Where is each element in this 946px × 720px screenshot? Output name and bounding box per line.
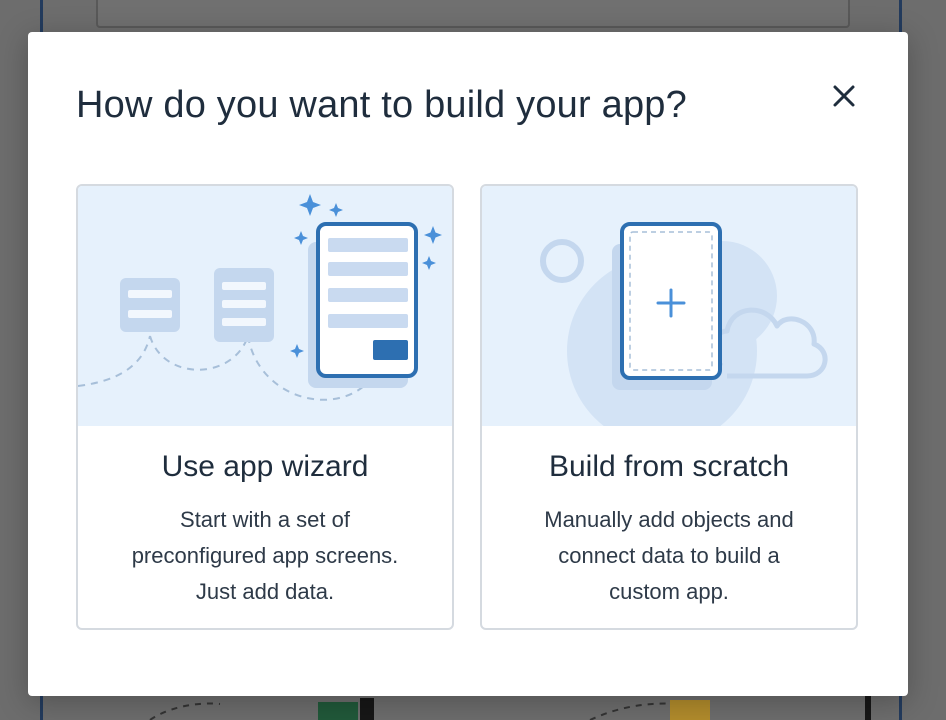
option-description-line: custom app. [609,579,729,604]
option-description: Start with a set of preconfigured app sc… [98,502,432,610]
close-icon [833,85,855,107]
option-card-build-from-scratch[interactable]: Build from scratch Manually add objects … [480,184,858,630]
app-wizard-illustration [78,186,452,426]
option-description-line: preconfigured app screens. [131,543,399,568]
option-title: Use app wizard [161,450,369,483]
option-card-app-wizard[interactable]: Use app wizard Start with a set of preco… [76,184,454,630]
option-description-line: Start with a set of [180,507,350,532]
option-description: Manually add objects and connect data to… [502,502,836,610]
option-title: Build from scratch [548,450,790,483]
build-app-modal: How do you want to build your app? Use a… [28,32,908,696]
close-button[interactable] [828,80,860,112]
option-description-line: connect data to build a [558,543,780,568]
option-description-line: Manually add objects and [544,507,794,532]
option-description-line: Just add data. [195,579,335,604]
build-options: Use app wizard Start with a set of preco… [76,184,860,632]
modal-title: How do you want to build your app? [76,84,687,126]
build-from-scratch-illustration [482,186,856,446]
